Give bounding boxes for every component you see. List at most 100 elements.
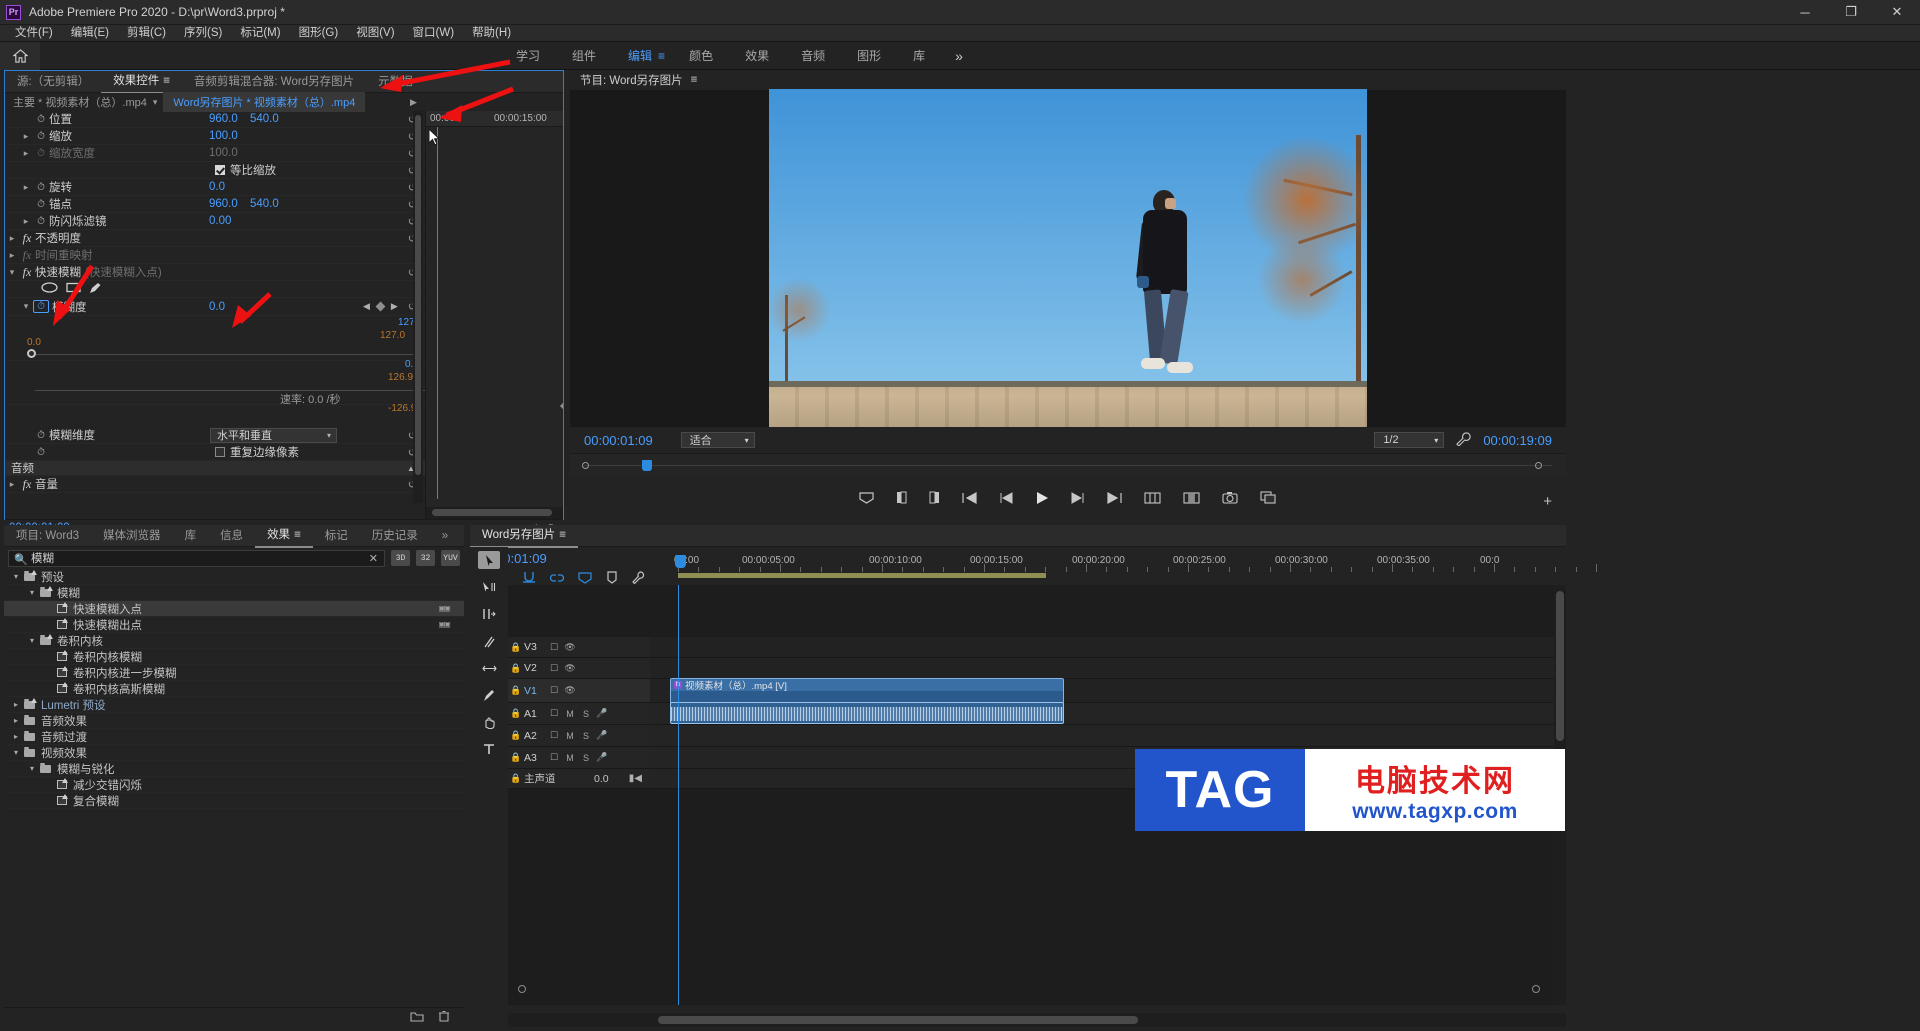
effects-tree-item[interactable]: 快速模糊入点 ▣▣	[4, 601, 464, 617]
extract-button[interactable]	[1183, 491, 1200, 504]
property-value-x[interactable]: 960.0	[209, 198, 238, 210]
track-body-a1[interactable]	[650, 702, 1566, 725]
effect-controls-keyframe-area[interactable]	[426, 127, 563, 499]
effect-row-volume[interactable]: ▸ fx 音量 ↺	[5, 476, 425, 493]
ws-tab-effects[interactable]: 效果	[729, 42, 785, 70]
pen-tool[interactable]	[478, 686, 500, 704]
track-header-master[interactable]: 🔒 主声道 0.0 ▮◀	[508, 769, 650, 789]
collapse-triangle-icon[interactable]: ▾	[10, 572, 22, 581]
lift-button[interactable]	[1144, 491, 1161, 504]
collapse-triangle-icon[interactable]: ▾	[19, 301, 33, 312]
ellipse-mask-icon[interactable]	[41, 282, 58, 296]
voice-over-icon[interactable]: 🎤	[594, 708, 610, 719]
stopwatch-icon[interactable]: ⏱	[33, 114, 49, 125]
menu-clip[interactable]: 剪辑(C)	[118, 25, 175, 42]
tab-media-browser[interactable]: 媒体浏览器	[91, 525, 173, 547]
yuv-effects-icon[interactable]: YUV	[441, 550, 460, 566]
lock-icon[interactable]: 🔒	[508, 642, 524, 653]
track-header-a3[interactable]: 🔒 A3 ☐ M S 🎤	[508, 747, 650, 769]
property-row-scale[interactable]: ▸ ⏱ 缩放 100.0 ↺	[5, 128, 425, 145]
audio-section-header[interactable]: 音频 ▲	[5, 461, 425, 476]
mute-track-icon[interactable]: M	[562, 753, 578, 763]
expand-triangle-icon[interactable]: ▸	[10, 732, 22, 741]
workspace-menu-icon[interactable]: ≡	[658, 49, 665, 63]
zoom-in-handle[interactable]	[1532, 985, 1540, 993]
effects-tree-item[interactable]: ▸ 音频效果	[4, 713, 464, 729]
stopwatch-icon[interactable]: ⏱	[33, 131, 49, 142]
effects-tree-item[interactable]: 卷积内核进一步模糊	[4, 665, 464, 681]
video-clip[interactable]: fx 视频素材（总）.mp4 [V]	[670, 678, 1064, 704]
effects-tree-item[interactable]: ▾ 视频效果	[4, 745, 464, 761]
voice-over-icon[interactable]: 🎤	[594, 730, 610, 741]
wrench-icon[interactable]	[1456, 431, 1471, 449]
tab-sequence[interactable]: Word另存图片 ≡	[470, 524, 578, 548]
new-custom-bin-icon[interactable]	[410, 1011, 424, 1025]
stopwatch-icon[interactable]: ⏱	[33, 216, 49, 227]
stopwatch-icon[interactable]: ⏱	[33, 300, 49, 313]
property-row-antiflicker[interactable]: ▸ ⏱ 防闪烁滤镜 0.00 ↺	[5, 213, 425, 230]
play-button[interactable]	[1035, 491, 1049, 505]
timeline-ruler[interactable]: 00:00 00:00:05:00 00:00:10:00 00:00:15:0…	[650, 555, 1597, 573]
ws-tab-assembly[interactable]: 组件	[556, 42, 612, 70]
workspace-more-icon[interactable]: »	[941, 48, 977, 64]
pen-mask-icon[interactable]	[89, 282, 102, 297]
target-track-icon[interactable]: ☐	[546, 708, 562, 719]
effects-tree-item[interactable]: 卷积内核模糊	[4, 649, 464, 665]
panel-menu-icon[interactable]: ≡	[163, 75, 170, 87]
repeat-edge-control[interactable]: 重复边缘像素	[215, 444, 299, 460]
tab-markers[interactable]: 标记	[313, 525, 360, 547]
track-header-v1[interactable]: 🔒 V1 ☐ 👁	[508, 679, 650, 703]
32bit-effects-icon[interactable]: 32	[416, 550, 435, 566]
ws-tab-audio[interactable]: 音频	[785, 42, 841, 70]
solo-track-icon[interactable]: S	[578, 709, 594, 719]
zoom-out-handle[interactable]	[518, 985, 526, 993]
search-input[interactable]: 🔍 模糊 ✕	[8, 549, 385, 567]
expand-triangle-icon[interactable]: ▸	[19, 131, 33, 142]
go-to-in-button[interactable]	[962, 491, 977, 504]
blurriness-velocity-graph[interactable]: 0.0 126.9 速率: 0.0 /秒	[5, 359, 549, 406]
scrollbar-thumb[interactable]	[1556, 591, 1564, 741]
menu-sequence[interactable]: 序列(S)	[175, 25, 231, 42]
menu-window[interactable]: 窗口(W)	[404, 25, 464, 42]
lock-icon[interactable]: 🔒	[508, 752, 524, 763]
tab-effects[interactable]: 效果 ≡	[255, 524, 313, 548]
ws-tab-libraries[interactable]: 库	[897, 42, 941, 70]
go-to-out-button[interactable]	[1107, 491, 1122, 504]
tab-effect-controls[interactable]: 效果控件 ≡	[101, 70, 182, 94]
target-track-icon[interactable]: ☐	[546, 685, 562, 696]
menu-help[interactable]: 帮助(H)	[463, 25, 520, 42]
uniform-scale-checkbox[interactable]	[215, 165, 225, 175]
step-forward-button[interactable]	[1071, 491, 1085, 504]
delete-icon[interactable]	[438, 1010, 450, 1025]
zoom-level-dropdown[interactable]: 适合 ▾	[680, 432, 755, 448]
tab-audio-clip-mixer[interactable]: 音频剪辑混合器: Word另存图片	[182, 71, 366, 93]
maximize-icon[interactable]: ❐	[1828, 0, 1874, 24]
mute-track-icon[interactable]: M	[562, 709, 578, 719]
track-body-v1[interactable]: fx 视频素材（总）.mp4 [V]	[650, 678, 1566, 704]
property-row-repeat-edge[interactable]: ⏱ 重复边缘像素 ↺	[5, 444, 425, 461]
track-header-a2[interactable]: 🔒 A2 ☐ M S 🎤	[508, 725, 650, 747]
effects-tree-item[interactable]: ▸ 音频过渡	[4, 729, 464, 745]
stopwatch-icon[interactable]: ⏱	[33, 182, 49, 193]
collapse-triangle-icon[interactable]: ▾	[5, 267, 19, 278]
property-row-position[interactable]: ⏱ 位置 960.0 540.0 ↺	[5, 111, 425, 128]
collapse-triangle-icon[interactable]: ▾	[26, 588, 38, 597]
track-header-a1[interactable]: 🔒 A1 ☐ M S 🎤	[508, 703, 650, 725]
timeline-playhead-handle[interactable]	[675, 555, 686, 568]
keyframe-navigator[interactable]: ◀ ▶	[363, 301, 398, 312]
expand-triangle-icon[interactable]: ▸	[10, 700, 22, 709]
prev-keyframe-icon[interactable]: ◀	[363, 301, 370, 312]
property-row-scale-width[interactable]: ▸ ⏱ 缩放宽度 100.0 ↺	[5, 145, 425, 162]
effects-tree-item[interactable]: 减少交错闪烁	[4, 777, 464, 793]
razor-tool[interactable]	[478, 632, 500, 650]
ws-tab-learn[interactable]: 学习	[500, 42, 556, 70]
program-monitor-ruler[interactable]	[570, 453, 1566, 475]
track-header-v2[interactable]: 🔒 V2 ☐ 👁	[508, 658, 650, 679]
expand-triangle-icon[interactable]: ▸	[19, 182, 33, 193]
expand-triangle-icon[interactable]: ▸	[5, 233, 19, 244]
target-track-icon[interactable]: ☐	[546, 730, 562, 741]
effects-tree-item[interactable]: ▾ 预设	[4, 569, 464, 585]
tab-libraries[interactable]: 库	[173, 525, 209, 547]
panel-menu-icon[interactable]: ≡	[691, 74, 698, 86]
home-icon[interactable]	[0, 41, 40, 70]
